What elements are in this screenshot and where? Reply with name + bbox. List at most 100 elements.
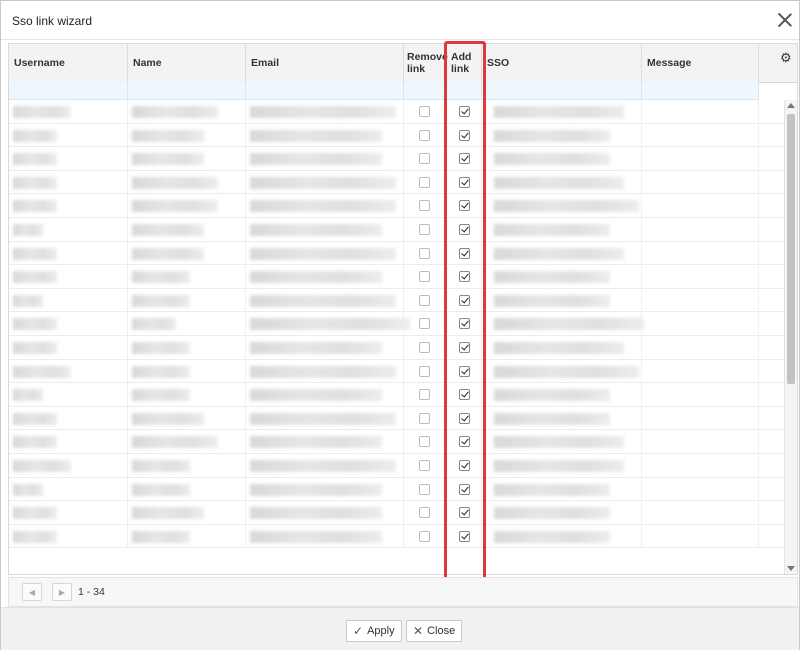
close-icon[interactable] [777, 12, 793, 28]
table-row[interactable] [9, 218, 784, 242]
table-row[interactable] [9, 477, 784, 502]
remove-link-checkbox[interactable] [419, 271, 430, 283]
table-row[interactable] [9, 194, 784, 218]
add-link-checkbox[interactable] [459, 507, 470, 519]
table-row[interactable] [9, 312, 784, 336]
add-link-checkbox[interactable] [459, 200, 470, 212]
table-row[interactable] [9, 170, 784, 195]
column-header-email[interactable]: Email [246, 44, 404, 82]
vertical-scrollbar[interactable] [784, 100, 797, 574]
column-header-remove-link[interactable]: Remove link [404, 44, 448, 82]
filter-email[interactable] [246, 82, 404, 99]
column-header-add-link[interactable]: Add link [446, 44, 482, 82]
column-header-name[interactable]: Name [128, 44, 246, 82]
table-row[interactable] [9, 359, 784, 384]
scrollbar-thumb[interactable] [787, 114, 795, 384]
redacted-text [13, 129, 57, 142]
cell-email [246, 406, 404, 431]
remove-link-checkbox[interactable] [419, 365, 430, 377]
table-row[interactable] [9, 454, 784, 478]
table-row[interactable] [9, 336, 784, 360]
scroll-up-icon[interactable] [787, 103, 795, 108]
remove-link-checkbox[interactable] [419, 247, 430, 259]
filter-sso[interactable] [482, 82, 642, 99]
filter-add-link[interactable] [446, 82, 482, 99]
cell-sso [482, 218, 642, 242]
add-link-checkbox[interactable] [459, 153, 470, 165]
remove-link-checkbox[interactable] [419, 460, 430, 471]
add-link-checkbox[interactable] [459, 365, 470, 377]
table-row[interactable] [9, 265, 784, 289]
cell-name [128, 406, 246, 431]
remove-link-checkbox[interactable] [419, 106, 430, 117]
redacted-text [132, 224, 204, 236]
remove-link-checkbox[interactable] [419, 153, 430, 165]
remove-link-checkbox[interactable] [419, 200, 430, 212]
add-link-checkbox[interactable] [459, 224, 470, 235]
table-row[interactable] [9, 123, 784, 148]
remove-link-checkbox[interactable] [419, 530, 430, 542]
cell-remove-link [404, 241, 446, 266]
column-header-username[interactable]: Username [9, 44, 128, 82]
add-link-checkbox[interactable] [459, 176, 470, 188]
cell-remove-link [404, 430, 446, 454]
next-page-icon[interactable]: ▶ [52, 583, 72, 601]
prev-page-icon[interactable]: ◀ [22, 583, 42, 601]
remove-link-checkbox[interactable] [419, 342, 430, 353]
add-link-checkbox[interactable] [459, 294, 470, 306]
redacted-text [132, 176, 218, 189]
pager-range: 1 - 34 [78, 586, 105, 598]
add-link-checkbox[interactable] [459, 318, 470, 330]
redacted-text [494, 530, 610, 543]
remove-link-checkbox[interactable] [419, 389, 430, 401]
table-row[interactable] [9, 524, 784, 549]
cell-sso [482, 147, 642, 171]
cell-name [128, 524, 246, 549]
remove-link-checkbox[interactable] [419, 129, 430, 141]
table-row[interactable] [9, 100, 784, 124]
filter-name[interactable] [128, 82, 246, 99]
filter-remove-link[interactable] [404, 82, 446, 99]
gear-icon[interactable]: ⚙ [780, 50, 794, 65]
remove-link-checkbox[interactable] [419, 176, 430, 188]
table-row[interactable] [9, 406, 784, 431]
table-row[interactable] [9, 430, 784, 454]
add-link-checkbox[interactable] [459, 483, 470, 495]
add-link-checkbox[interactable] [459, 247, 470, 259]
cell-add-link [446, 218, 482, 242]
add-link-checkbox[interactable] [459, 106, 470, 117]
table-row[interactable] [9, 147, 784, 171]
remove-link-checkbox[interactable] [419, 412, 430, 424]
add-link-checkbox[interactable] [459, 460, 470, 471]
cell-email [246, 100, 404, 124]
add-link-checkbox[interactable] [459, 436, 470, 448]
remove-link-checkbox[interactable] [419, 294, 430, 306]
remove-link-checkbox[interactable] [419, 318, 430, 330]
apply-button[interactable]: ✓ Apply [346, 620, 402, 642]
table-row[interactable] [9, 241, 784, 266]
remove-link-checkbox[interactable] [419, 224, 430, 235]
add-link-checkbox[interactable] [459, 412, 470, 424]
add-link-checkbox[interactable] [459, 530, 470, 542]
scroll-down-icon[interactable] [787, 566, 795, 571]
redacted-text [132, 129, 204, 142]
column-header-message[interactable]: Message [642, 44, 759, 82]
remove-link-checkbox[interactable] [419, 483, 430, 495]
redacted-text [132, 106, 218, 118]
table-row[interactable] [9, 288, 784, 313]
add-link-checkbox[interactable] [459, 129, 470, 141]
cell-add-link [446, 359, 482, 384]
cell-message [642, 501, 759, 525]
table-row[interactable] [9, 501, 784, 525]
cell-username [9, 170, 128, 195]
add-link-checkbox[interactable] [459, 389, 470, 401]
remove-link-checkbox[interactable] [419, 507, 430, 519]
close-button[interactable]: ✕ Close [406, 620, 463, 642]
add-link-checkbox[interactable] [459, 342, 470, 353]
add-link-checkbox[interactable] [459, 271, 470, 283]
column-header-sso[interactable]: SSO [482, 44, 642, 82]
remove-link-checkbox[interactable] [419, 436, 430, 448]
filter-username[interactable] [9, 82, 128, 99]
table-row[interactable] [9, 383, 784, 407]
filter-message[interactable] [642, 82, 759, 99]
